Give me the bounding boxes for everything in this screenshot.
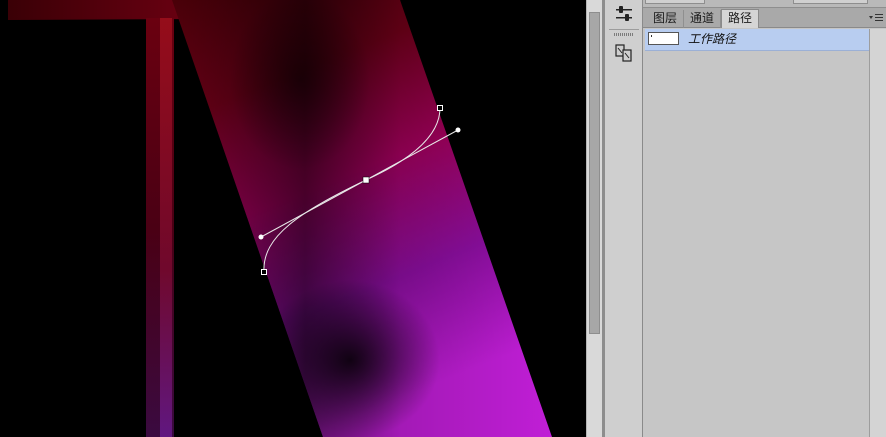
scrollbar-thumb[interactable] [589, 12, 600, 334]
collapsed-panel-strip [605, 0, 643, 437]
direction-handle-right[interactable] [455, 127, 461, 133]
path-item-work-path[interactable]: 工作路径 [645, 29, 869, 51]
path-item-label: 工作路径 [688, 32, 737, 46]
adjustments-button[interactable] [611, 1, 637, 27]
anchor-point-bottom[interactable] [261, 269, 267, 275]
path-thumbnail [648, 32, 679, 45]
tab-paths[interactable]: 路径 [721, 9, 760, 28]
adjust-sliders-icon [616, 6, 632, 21]
canvas-vertical-scrollbar[interactable] [586, 0, 602, 437]
anchor-point-top[interactable] [437, 105, 443, 111]
panel-vertical-scrollbar[interactable] [869, 29, 886, 437]
paths-panel: 图层 通道 路径 工作路径 [643, 0, 886, 437]
direction-handle-left[interactable] [258, 234, 264, 240]
tab-channels[interactable]: 通道 [684, 10, 722, 28]
document-canvas[interactable] [0, 0, 586, 437]
clone-source-button[interactable] [611, 40, 637, 66]
artwork [8, 0, 552, 437]
anchor-point-selected[interactable] [362, 176, 370, 184]
panel-menu-icon [869, 14, 883, 21]
shadow-blob [260, 280, 440, 437]
panel-top-segment [793, 0, 868, 4]
panel-tab-bar: 图层 通道 路径 [643, 8, 886, 28]
panel-top-edge [643, 0, 886, 8]
letter-stem-highlight [160, 18, 172, 437]
clone-source-icon [615, 44, 632, 62]
panel-menu-button[interactable] [868, 11, 884, 25]
panel-top-segment [645, 0, 705, 4]
tab-layers[interactable]: 图层 [647, 10, 685, 28]
strip-separator [609, 29, 639, 30]
strip-grip[interactable] [614, 33, 634, 36]
